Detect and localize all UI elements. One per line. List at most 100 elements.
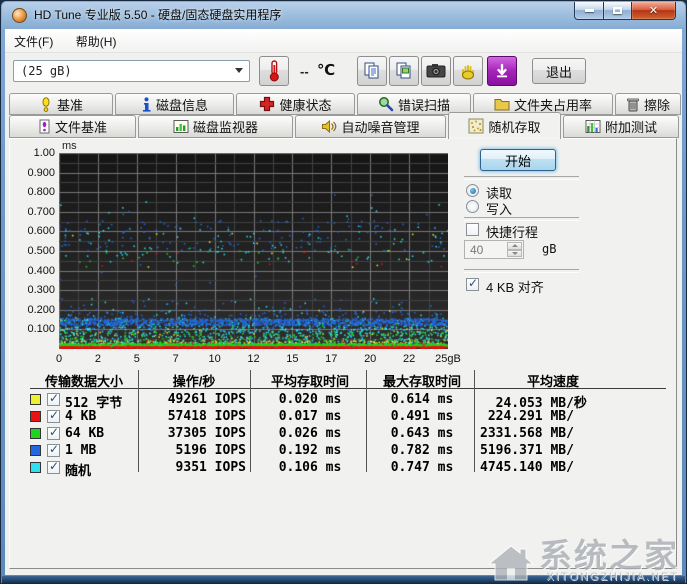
random-access-chart xyxy=(59,153,448,349)
table-cell: 49261 IOPS xyxy=(167,392,246,407)
screenshot-button[interactable] xyxy=(421,56,451,86)
tab-label: 磁盘信息 xyxy=(155,97,208,113)
x-tick-label: 0 xyxy=(55,353,63,365)
table-cell: 9351 IOPS xyxy=(175,460,246,475)
separator xyxy=(464,176,579,180)
tab-disk-monitor[interactable]: 磁盘监视器 xyxy=(138,115,293,138)
y-tick-label: 0.900 xyxy=(27,166,55,179)
exit-button[interactable]: 退出 xyxy=(532,58,586,84)
separator xyxy=(464,217,579,221)
minimize-button[interactable] xyxy=(574,2,604,20)
chevron-down-icon xyxy=(235,68,243,73)
menu-file[interactable]: 文件(F) xyxy=(5,29,62,52)
minimize-icon xyxy=(584,9,594,12)
y-tick-label: 0.500 xyxy=(27,245,55,257)
table-cell: 0.020 ms xyxy=(278,392,342,407)
tab-label: 随机存取 xyxy=(488,119,541,135)
short-stroke-value: 40 xyxy=(470,243,484,257)
y-tick-label: 1.00 xyxy=(33,147,55,159)
window-title: HD Tune 专业版 5.50 - 硬盘/固态硬盘实用程序 xyxy=(34,8,282,22)
tab-health[interactable]: 健康状态 xyxy=(236,93,355,115)
watermark-subtext: XITONGZHIJIA.NET xyxy=(546,571,679,583)
x-tick-label: 25gB xyxy=(435,353,461,365)
tab-erase[interactable]: 擦除 xyxy=(615,93,681,115)
tab-random-access[interactable]: 随机存取 xyxy=(448,112,561,139)
table-cell: 5196 IOPS xyxy=(175,443,246,458)
table-cell: 0.106 ms xyxy=(278,460,342,475)
table-cell: 0.026 ms xyxy=(278,426,342,441)
toolbar: (25 gB) -- ℃ 退出 xyxy=(5,53,682,93)
tab-aam[interactable]: 自动噪音管理 xyxy=(295,115,446,138)
series-label: 随机 xyxy=(65,464,92,479)
house-icon xyxy=(487,545,535,581)
temperature-unit: ℃ xyxy=(317,62,336,79)
temperature-value: -- xyxy=(300,64,309,79)
spin-down-button[interactable] xyxy=(507,249,522,257)
table-cell: 5196.371 MB/ xyxy=(480,443,574,458)
series-visibility-checkbox[interactable] xyxy=(47,425,60,440)
drive-select-value: (25 gB) xyxy=(21,64,72,78)
short-stroke-checkbox[interactable] xyxy=(466,223,479,236)
app-disk-icon xyxy=(12,8,27,23)
maximize-icon xyxy=(613,7,622,14)
spin-up-button[interactable] xyxy=(507,242,522,250)
table-cell: 0.747 ms xyxy=(390,460,454,475)
tab-label: 健康状态 xyxy=(279,97,332,113)
tab-extra-tests[interactable]: 附加测试 xyxy=(563,115,679,138)
table-cell: 0.491 ms xyxy=(390,409,454,424)
short-stroke-spinner[interactable]: 40 xyxy=(464,240,524,259)
copy-image-button[interactable] xyxy=(389,56,419,86)
download-button[interactable] xyxy=(487,56,517,86)
watermark-text: 系统之家 xyxy=(539,537,679,574)
table-cell: 224.291 MB/ xyxy=(480,409,574,424)
client-area: 文件(F) 帮助(H) (25 gB) -- ℃ 退出 基准 磁盘信息 健康状态… xyxy=(5,29,682,575)
y-tick-label: 0.800 xyxy=(27,186,55,199)
tab-disk-info[interactable]: 磁盘信息 xyxy=(115,93,234,115)
column-separator xyxy=(250,370,251,472)
close-button[interactable]: ✕ xyxy=(632,2,676,20)
maximize-button[interactable] xyxy=(604,2,632,20)
window-frame: HD Tune 专业版 5.50 - 硬盘/固态硬盘实用程序 ✕ 文件(F) 帮… xyxy=(0,0,687,584)
tab-label: 擦除 xyxy=(643,97,670,113)
x-tick-label: 15 xyxy=(286,353,299,365)
series-visibility-checkbox[interactable] xyxy=(47,408,60,423)
menu-help[interactable]: 帮助(H) xyxy=(67,29,126,52)
temperature-button[interactable] xyxy=(259,56,289,86)
exit-label: 退出 xyxy=(545,64,572,80)
hand-button[interactable] xyxy=(453,56,483,86)
x-tick-label: 7 xyxy=(172,353,179,365)
camera-icon xyxy=(426,64,446,78)
x-tick-label: 2 xyxy=(94,353,101,365)
y-axis-unit-label: ms xyxy=(62,140,77,152)
table-cell: 0.643 ms xyxy=(390,426,454,441)
series-visibility-checkbox[interactable] xyxy=(47,391,60,406)
series-color-swatch xyxy=(30,411,41,422)
arrow-up-icon xyxy=(511,244,518,248)
series-label: 64 KB xyxy=(65,426,105,441)
copy-text-icon xyxy=(364,62,379,79)
thermometer-icon xyxy=(269,60,279,82)
series-label: 1 MB xyxy=(65,443,97,458)
tab-file-benchmark[interactable]: 文件基准 xyxy=(9,115,136,138)
tab-benchmark[interactable]: 基准 xyxy=(9,93,113,115)
series-visibility-checkbox[interactable] xyxy=(47,442,60,457)
erase-icon xyxy=(627,98,639,111)
health-icon xyxy=(260,96,275,112)
disk-info-icon xyxy=(142,96,151,112)
short-stroke-unit: gB xyxy=(542,242,557,256)
align-checkbox[interactable] xyxy=(466,276,479,291)
y-tick-label: 0.300 xyxy=(27,284,55,297)
header-underline xyxy=(30,388,666,389)
read-radio[interactable] xyxy=(466,184,479,197)
y-tick-label: 0.400 xyxy=(27,264,55,277)
start-button[interactable]: 开始 xyxy=(480,149,556,171)
y-tick-label: 0.600 xyxy=(27,225,55,238)
copy-text-button[interactable] xyxy=(357,56,387,86)
series-label: 4 KB xyxy=(65,409,97,424)
write-radio[interactable] xyxy=(466,200,479,213)
random-access-page: ms 1.00 0.900 0.800 0.700 0.600 0.500 0.400 0.3… xyxy=(9,138,677,569)
series-visibility-checkbox[interactable] xyxy=(47,459,60,474)
drive-select-dropdown[interactable]: (25 gB) xyxy=(13,60,250,82)
window-controls: ✕ xyxy=(574,2,676,20)
series-color-swatch xyxy=(30,445,41,456)
